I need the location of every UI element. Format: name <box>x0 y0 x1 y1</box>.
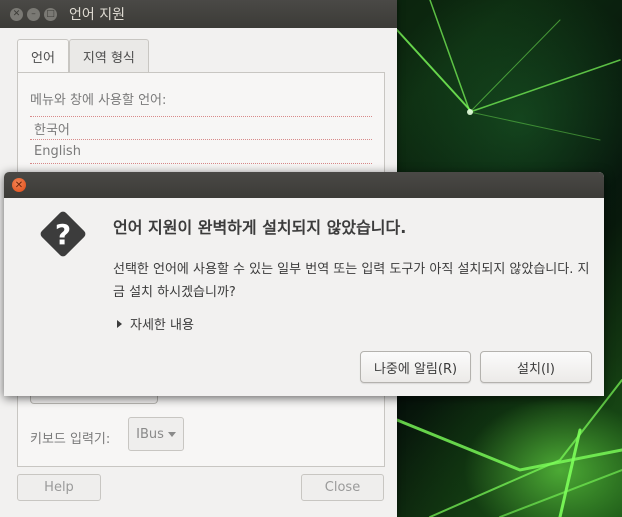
window-title: 언어 지원 <box>69 7 125 23</box>
window-titlebar: ✕ – □ 언어 지원 <box>0 0 397 28</box>
details-expander[interactable]: 자세한 내용 <box>117 314 194 333</box>
close-button[interactable]: Close <box>301 474 384 501</box>
tab-language[interactable]: 언어 <box>17 39 69 73</box>
dialog-titlebar: ✕ <box>4 172 604 198</box>
minimize-icon[interactable]: – <box>27 7 40 21</box>
close-icon[interactable]: ✕ <box>10 7 23 21</box>
dialog-message: 선택한 언어에 사용할 수 있는 일부 번역 또는 입력 도구가 아직 설치되지… <box>113 262 590 300</box>
tab-bar: 언어 지역 형식 <box>17 39 149 73</box>
tab-regional-formats[interactable]: 지역 형식 <box>68 39 149 72</box>
menu-language-label: 메뉴와 창에 사용할 언어: <box>30 93 167 108</box>
expander-arrow-icon <box>117 319 122 328</box>
details-label: 자세한 내용 <box>130 318 194 333</box>
incomplete-install-dialog: ✕ ? 언어 지원이 완벽하게 설치되지 않았습니다. 선택한 언어에 사용할 … <box>4 172 604 396</box>
close-icon[interactable]: ✕ <box>12 178 26 192</box>
language-item[interactable]: 한국어 <box>30 116 372 140</box>
language-item[interactable]: English <box>30 140 372 164</box>
chevron-down-icon <box>167 431 176 437</box>
svg-text:?: ? <box>55 218 71 251</box>
keyboard-input-label: 키보드 입력기: <box>30 432 111 447</box>
help-button[interactable]: Help <box>17 474 101 501</box>
install-button[interactable]: 설치(I) <box>480 351 592 383</box>
keyboard-input-value: IBus <box>136 426 164 442</box>
maximize-icon[interactable]: □ <box>44 7 57 21</box>
question-diamond-icon: ? <box>40 211 86 257</box>
remind-later-button[interactable]: 나중에 알림(R) <box>360 351 471 383</box>
keyboard-input-select[interactable]: IBus <box>128 417 184 451</box>
dialog-heading: 언어 지원이 완벽하게 설치되지 않았습니다. <box>113 218 407 237</box>
